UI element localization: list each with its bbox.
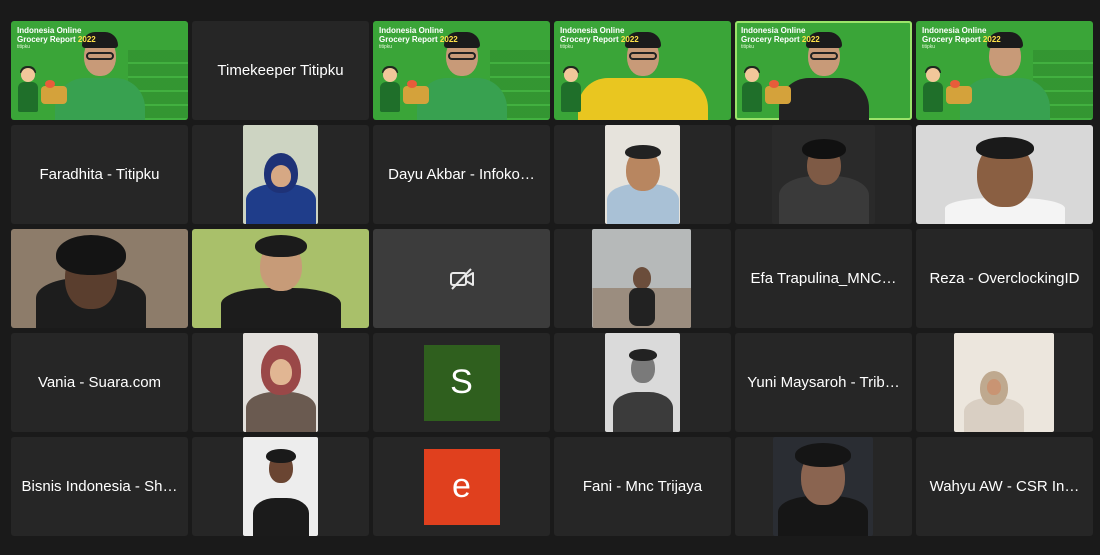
video-tile-timekeeper[interactable]: Timekeeper Titipku (192, 21, 369, 120)
banner-title: Indonesia Online Grocery Report 2022 (922, 26, 1001, 44)
video-tile-portrait-10[interactable] (916, 333, 1093, 432)
participant-name: Wahyu AW - CSR In… (929, 478, 1080, 495)
mascot-illustration (377, 66, 403, 114)
video-tile-avatar-e[interactable]: e (373, 437, 550, 536)
participant-name: Efa Trapulina_MNC… (750, 270, 897, 287)
camera-off-icon (449, 267, 474, 290)
video-tile-portrait-5[interactable] (11, 229, 188, 328)
video-tile-portrait-7[interactable] (554, 229, 731, 328)
video-tile-portrait-4[interactable] (916, 125, 1093, 224)
video-tile-bisnis[interactable]: Bisnis Indonesia - Sh… (11, 437, 188, 536)
participant-name: Fani - Mnc Trijaya (582, 478, 703, 495)
video-tile-faradhita[interactable]: Faradhita - Titipku (11, 125, 188, 224)
participant-name: Reza - OverclockingID (929, 270, 1080, 287)
video-tile-host-1[interactable]: Indonesia Online Grocery Report 2022 titi… (11, 21, 188, 120)
video-tile-vania[interactable]: Vania - Suara.com (11, 333, 188, 432)
participant-video (592, 229, 691, 328)
video-tile-portrait-12[interactable] (735, 437, 912, 536)
video-tile-portrait-1[interactable] (192, 125, 369, 224)
banner-title: Indonesia Online Grocery Report 2022 (379, 26, 458, 44)
participant-name: Bisnis Indonesia - Sh… (21, 478, 178, 495)
participant-video (243, 333, 318, 432)
video-tile-portrait-9[interactable] (554, 333, 731, 432)
video-tile-portrait-3[interactable] (735, 125, 912, 224)
participant-video (243, 125, 318, 224)
participant-video (773, 437, 873, 536)
mascot-illustration (920, 66, 946, 114)
avatar: e (423, 448, 500, 525)
video-tile-reza[interactable]: Reza - OverclockingID (916, 229, 1093, 328)
banner-logo: titipku (741, 44, 755, 50)
participant-video (192, 229, 369, 328)
video-tile-portrait-11[interactable] (192, 437, 369, 536)
participant-video (11, 229, 188, 328)
video-grid: Indonesia Online Grocery Report 2022 titi… (11, 21, 1093, 537)
video-tile-portrait-2[interactable] (554, 125, 731, 224)
banner-logo: titipku (922, 44, 936, 50)
participant-name: Yuni Maysaroh - Trib… (747, 374, 900, 391)
participant-video (916, 125, 1093, 224)
participant-name: Vania - Suara.com (37, 374, 162, 391)
participant-video (772, 125, 875, 224)
participant-name: Dayu Akbar - Infoko… (388, 166, 535, 183)
avatar: S (423, 344, 500, 421)
banner-title: Indonesia Online Grocery Report 2022 (560, 26, 639, 44)
banner-logo: titipku (17, 44, 31, 50)
participant-video (243, 437, 318, 536)
participant-video (605, 333, 680, 432)
banner-title: Indonesia Online Grocery Report 2022 (17, 26, 96, 44)
mascot-illustration (558, 66, 584, 114)
participant-name: Faradhita - Titipku (39, 166, 160, 183)
video-tile-dayu[interactable]: Dayu Akbar - Infoko… (373, 125, 550, 224)
video-tile-host-4[interactable]: Indonesia Online Grocery Report 2022 titi… (916, 21, 1093, 120)
banner-logo: titipku (379, 44, 393, 50)
video-tile-fani[interactable]: Fani - Mnc Trijaya (554, 437, 731, 536)
video-tile-portrait-8[interactable] (192, 333, 369, 432)
produce-illustration (946, 80, 972, 104)
video-tile-wahyu[interactable]: Wahyu AW - CSR In… (916, 437, 1093, 536)
video-tile-host-3[interactable]: Indonesia Online Grocery Report 2022 titi… (554, 21, 731, 120)
video-tile-avatar-s[interactable]: S (373, 333, 550, 432)
participant-video (954, 333, 1054, 432)
produce-illustration (41, 80, 67, 104)
mascot-illustration (739, 66, 765, 114)
produce-illustration (765, 80, 791, 104)
produce-illustration (403, 80, 429, 104)
video-tile-host-2[interactable]: Indonesia Online Grocery Report 2022 titi… (373, 21, 550, 120)
mascot-illustration (15, 66, 41, 114)
video-tile-portrait-6[interactable] (192, 229, 369, 328)
video-tile-active-speaker[interactable]: Indonesia Online Grocery Report 2022 titi… (735, 21, 912, 120)
banner-title: Indonesia Online Grocery Report 2022 (741, 26, 820, 44)
participant-video (605, 125, 680, 224)
video-tile-yuni[interactable]: Yuni Maysaroh - Trib… (735, 333, 912, 432)
video-tile-efa[interactable]: Efa Trapulina_MNC… (735, 229, 912, 328)
video-tile-camera-off[interactable] (373, 229, 550, 328)
participant-name: Timekeeper Titipku (217, 62, 344, 79)
banner-logo: titipku (560, 44, 574, 50)
